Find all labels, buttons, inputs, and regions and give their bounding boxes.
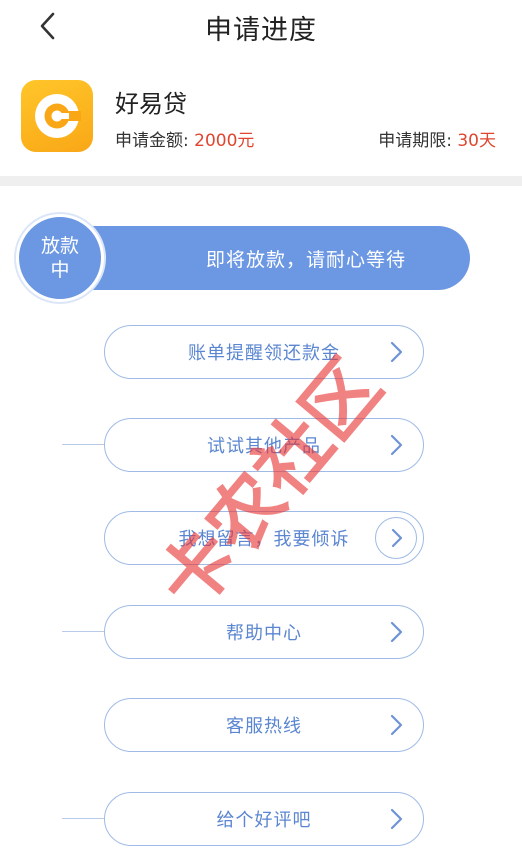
status-bar: 即将放款，请耐心等待 <box>58 226 470 290</box>
timeline-tick <box>62 444 106 445</box>
chevron-right-circle-icon <box>375 517 417 559</box>
help-center-button[interactable]: 帮助中心 <box>104 605 424 659</box>
action-label: 帮助中心 <box>226 623 302 644</box>
timeline-tick <box>62 818 106 819</box>
product-card: 好易贷 申请金额: 2000元 申请期限: 30天 <box>0 56 522 176</box>
apply-amount-label: 申请金额: <box>115 131 195 151</box>
product-name: 好易贷 <box>115 90 187 118</box>
section-divider <box>0 176 522 186</box>
apply-amount: 申请金额: 2000元 <box>115 126 254 151</box>
action-label: 试试其他产品 <box>207 436 321 457</box>
leave-message-button[interactable]: 我想留言，我要倾诉 <box>104 511 424 565</box>
status-message: 即将放款，请耐心等待 <box>205 248 406 271</box>
apply-term-value: 30天 <box>457 131 496 151</box>
status-badge-label: 放款中 <box>40 235 79 281</box>
customer-hotline-button[interactable]: 客服热线 <box>104 698 424 752</box>
bill-reminder-button[interactable]: 账单提醒领还款金 <box>104 325 424 379</box>
app-logo-icon <box>21 80 93 152</box>
chevron-right-icon <box>383 619 409 645</box>
apply-amount-value: 2000元 <box>194 131 255 151</box>
status-badge: 放款中 <box>16 214 104 302</box>
action-label: 账单提醒领还款金 <box>188 343 340 364</box>
try-other-products-button[interactable]: 试试其他产品 <box>104 418 424 472</box>
rate-app-button[interactable]: 给个好评吧 <box>104 792 424 846</box>
timeline-tick <box>62 631 106 632</box>
apply-term: 申请期限: 30天 <box>378 126 496 151</box>
chevron-right-icon <box>383 712 409 738</box>
apply-term-label: 申请期限: <box>378 131 458 151</box>
chevron-right-icon <box>383 806 409 832</box>
chevron-right-icon <box>383 432 409 458</box>
action-label: 客服热线 <box>226 716 302 737</box>
chevron-right-icon <box>383 339 409 365</box>
page-title: 申请进度 <box>205 15 317 46</box>
top-header: 申请进度 <box>0 0 522 56</box>
action-label: 给个好评吧 <box>216 810 312 831</box>
